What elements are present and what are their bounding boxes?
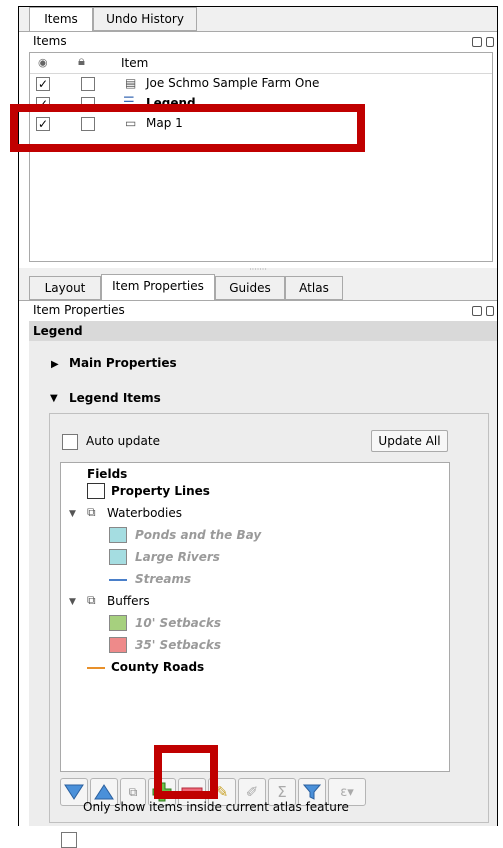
float-panel-icon[interactable] — [472, 37, 482, 47]
expression-icon: ε▾ — [340, 784, 354, 800]
layer-group-icon: ⧉ — [87, 505, 96, 519]
item-column-header: Item — [121, 56, 149, 70]
setback35-symbol — [109, 637, 127, 653]
lock-checkbox[interactable] — [81, 77, 95, 91]
label-item-icon: ▤ — [125, 76, 137, 90]
legend-node-large-rivers[interactable]: Large Rivers — [135, 550, 220, 564]
tab-atlas[interactable]: Atlas — [285, 276, 343, 300]
legend-node-ponds[interactable]: Ponds and the Bay — [135, 528, 261, 542]
list-item-label: Joe Schmo Sample Farm One — [146, 76, 320, 90]
eye-icon: ◉ — [38, 56, 48, 69]
note-edit-icon: ✐ — [245, 783, 259, 801]
items-panel-title: Items — [33, 34, 67, 48]
float-panel-icon[interactable] — [472, 306, 482, 316]
list-item[interactable]: ✓ ▤ Joe Schmo Sample Farm One — [30, 74, 492, 94]
arrow-down-icon — [64, 784, 84, 800]
auto-update-checkbox[interactable] — [62, 434, 78, 450]
expand-arrow-icon[interactable]: ▼ — [69, 509, 76, 519]
large-rivers-symbol — [109, 549, 127, 565]
county-roads-symbol — [87, 667, 105, 669]
properties-scroll-area: ▶ Main Properties ▼ Legend Items Auto up… — [29, 341, 497, 848]
atlas-filter-label: Only show items inside current atlas fea… — [83, 800, 349, 814]
tab-items[interactable]: Items — [29, 7, 93, 33]
streams-symbol — [109, 579, 127, 581]
items-list[interactable]: ◉ 🔒︎ Item ✓ ▤ Joe Schmo Sample Farm One … — [29, 52, 493, 262]
legend-node-county-roads[interactable]: County Roads — [111, 660, 204, 674]
section-header: Legend — [29, 321, 497, 341]
tab-layout[interactable]: Layout — [29, 276, 101, 300]
legend-items-groupbox: Auto update Update All Fields Property L… — [49, 413, 489, 823]
tab-guides[interactable]: Guides — [215, 276, 285, 300]
legend-tree[interactable]: Fields Property Lines ▼ ⧉ Waterbodies Po… — [60, 462, 450, 772]
items-list-header: ◉ 🔒︎ Item — [30, 53, 492, 74]
item-properties-title: Item Properties — [33, 303, 125, 317]
expanded-arrow-icon: ▼ — [50, 393, 58, 404]
close-panel-icon[interactable] — [486, 306, 494, 316]
lock-icon: 🔒︎ — [78, 54, 85, 69]
highlight-legend-row — [10, 104, 365, 152]
arrow-up-icon — [94, 784, 114, 800]
auto-update-label: Auto update — [86, 434, 160, 448]
sigma-icon: Σ — [277, 783, 287, 801]
main-properties-group[interactable]: Main Properties — [69, 356, 177, 370]
tab-item-properties[interactable]: Item Properties — [101, 274, 215, 300]
atlas-filter-checkbox[interactable] — [61, 832, 77, 848]
legend-items-group[interactable]: Legend Items — [69, 391, 161, 405]
legend-node-setback10[interactable]: 10' Setbacks — [135, 616, 221, 630]
expand-arrow-icon[interactable]: ▼ — [69, 597, 76, 607]
legend-node-streams[interactable]: Streams — [135, 572, 191, 586]
layer-group-icon: ⧉ — [87, 593, 96, 607]
legend-group-buffers[interactable]: Buffers — [107, 594, 150, 608]
add-group-icon: ⧉ — [128, 784, 138, 799]
tab-undo-history[interactable]: Undo History — [93, 7, 197, 31]
legend-node-property-lines[interactable]: Property Lines — [111, 484, 210, 498]
update-all-button[interactable]: Update All — [371, 430, 448, 452]
close-panel-icon[interactable] — [486, 37, 494, 47]
legend-node-setback35[interactable]: 35' Setbacks — [135, 638, 221, 652]
legend-node-fields[interactable]: Fields — [87, 467, 127, 481]
bottom-tab-bar: Layout Item Properties Guides Atlas — [19, 274, 497, 300]
legend-group-waterbodies[interactable]: Waterbodies — [107, 506, 182, 520]
ponds-symbol — [109, 527, 127, 543]
highlight-add-button — [154, 745, 218, 799]
collapsed-arrow-icon: ▶ — [51, 359, 59, 370]
property-lines-symbol — [87, 483, 105, 499]
item-properties-content: Item Properties Legend ▶ Main Properties… — [19, 300, 497, 848]
visibility-checkbox[interactable]: ✓ — [36, 77, 50, 91]
filter-icon — [303, 784, 321, 800]
setback10-symbol — [109, 615, 127, 631]
